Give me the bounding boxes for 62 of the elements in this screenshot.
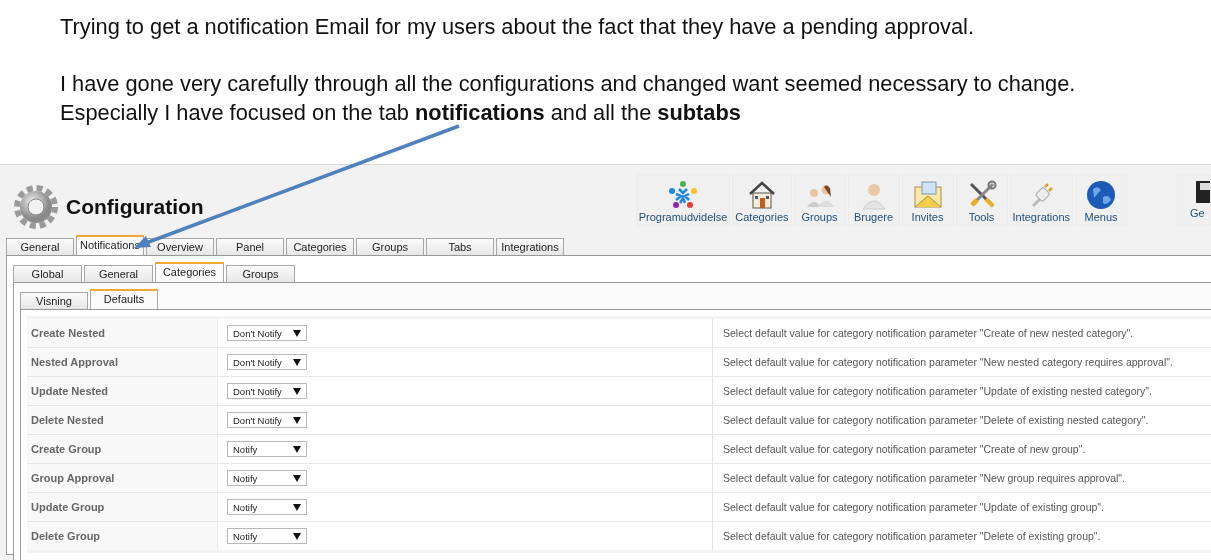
- notify-select[interactable]: Don't Notify: [227, 354, 307, 370]
- caret-icon: [293, 532, 301, 540]
- setting-description: Select default value for category notification parameter "Create of new group".: [723, 443, 1086, 455]
- tab[interactable]: Overview: [146, 238, 214, 255]
- toolbar-button[interactable]: Programudvidelse: [635, 174, 731, 226]
- note-paragraph: I have gone very carefully through all the configurations and changed want seemed necessary to change. Especially I have focused on the tab notifications and all the subtabs: [60, 70, 1077, 127]
- gear-icon: [12, 183, 60, 231]
- toolbar-button[interactable]: Brugere: [847, 174, 900, 226]
- notify-select[interactable]: Don't Notify: [227, 325, 307, 341]
- setting-description: Select default value for category notification parameter "Update of existing nested category".: [723, 385, 1152, 397]
- toolbar-button[interactable]: Menus: [1075, 174, 1127, 226]
- note-paragraph: Trying to get a notification Email for my users about the fact that they have a pending approval.: [60, 13, 975, 41]
- tab[interactable]: Categories: [286, 238, 354, 255]
- setting-label: Create Group: [31, 443, 102, 455]
- tab[interactable]: Global: [13, 265, 82, 282]
- caret-icon: [293, 445, 301, 453]
- tab[interactable]: Tabs: [426, 238, 494, 255]
- setting-description: Select default value for category notification parameter "Update of existing group".: [723, 501, 1104, 513]
- setting-label: Update Group: [31, 501, 105, 513]
- tab[interactable]: Categories: [155, 262, 224, 282]
- setting-label: Group Approval: [31, 472, 115, 484]
- caret-icon: [293, 503, 301, 511]
- setting-description: Select default value for category notification parameter "New group requires approval".: [723, 472, 1125, 484]
- tab[interactable]: Integrations: [496, 238, 564, 255]
- toolbar-button[interactable]: Groups: [793, 174, 846, 226]
- setting-label: Update Nested: [31, 385, 109, 397]
- toolbar-button[interactable]: Categories: [732, 174, 792, 226]
- setting-description: Select default value for category notification parameter "Create of new nested category".: [723, 327, 1134, 339]
- notify-select[interactable]: Notify: [227, 441, 307, 457]
- toolbar-button[interactable]: Tools: [955, 174, 1008, 226]
- notify-select[interactable]: Don't Notify: [227, 412, 307, 428]
- people-ring-icon: [667, 179, 699, 211]
- setting-label: Delete Nested: [31, 414, 104, 426]
- caret-icon: [293, 358, 301, 366]
- globe-icon: [1085, 179, 1117, 211]
- tab[interactable]: Visning: [20, 292, 88, 309]
- tab[interactable]: General: [6, 238, 74, 255]
- setting-description: Select default value for category notification parameter "Delete of existing nested category".: [723, 414, 1149, 426]
- notify-select[interactable]: Notify: [227, 470, 307, 486]
- caret-icon: [293, 416, 301, 424]
- tab[interactable]: Groups: [356, 238, 424, 255]
- toolbar-button[interactable]: Integrations: [1009, 174, 1073, 226]
- setting-label: Delete Group: [31, 530, 101, 542]
- envelope-icon: [911, 179, 944, 211]
- tab[interactable]: Groups: [226, 265, 295, 282]
- page-title: Configuration: [66, 195, 204, 219]
- setting-description: Select default value for category notification parameter "Delete of existing group".: [723, 530, 1101, 542]
- caret-icon: [293, 329, 301, 337]
- tab[interactable]: General: [84, 265, 153, 282]
- toolbar-button[interactable]: Invites: [901, 174, 954, 226]
- setting-label: Create Nested: [31, 327, 105, 339]
- setting-label: Nested Approval: [31, 356, 118, 368]
- notify-select[interactable]: Notify: [227, 499, 307, 515]
- toolbar-button[interactable]: Ge: [1177, 174, 1211, 226]
- caret-icon: [293, 387, 301, 395]
- notify-select[interactable]: Don't Notify: [227, 383, 307, 399]
- notify-select[interactable]: Notify: [227, 528, 307, 544]
- setting-description: Select default value for category notification parameter "New nested category requires approval".: [723, 356, 1173, 368]
- caret-icon: [293, 474, 301, 482]
- tab[interactable]: Panel: [216, 238, 284, 255]
- tab[interactable]: Defaults: [90, 289, 158, 309]
- tab[interactable]: Notifications: [76, 235, 144, 255]
